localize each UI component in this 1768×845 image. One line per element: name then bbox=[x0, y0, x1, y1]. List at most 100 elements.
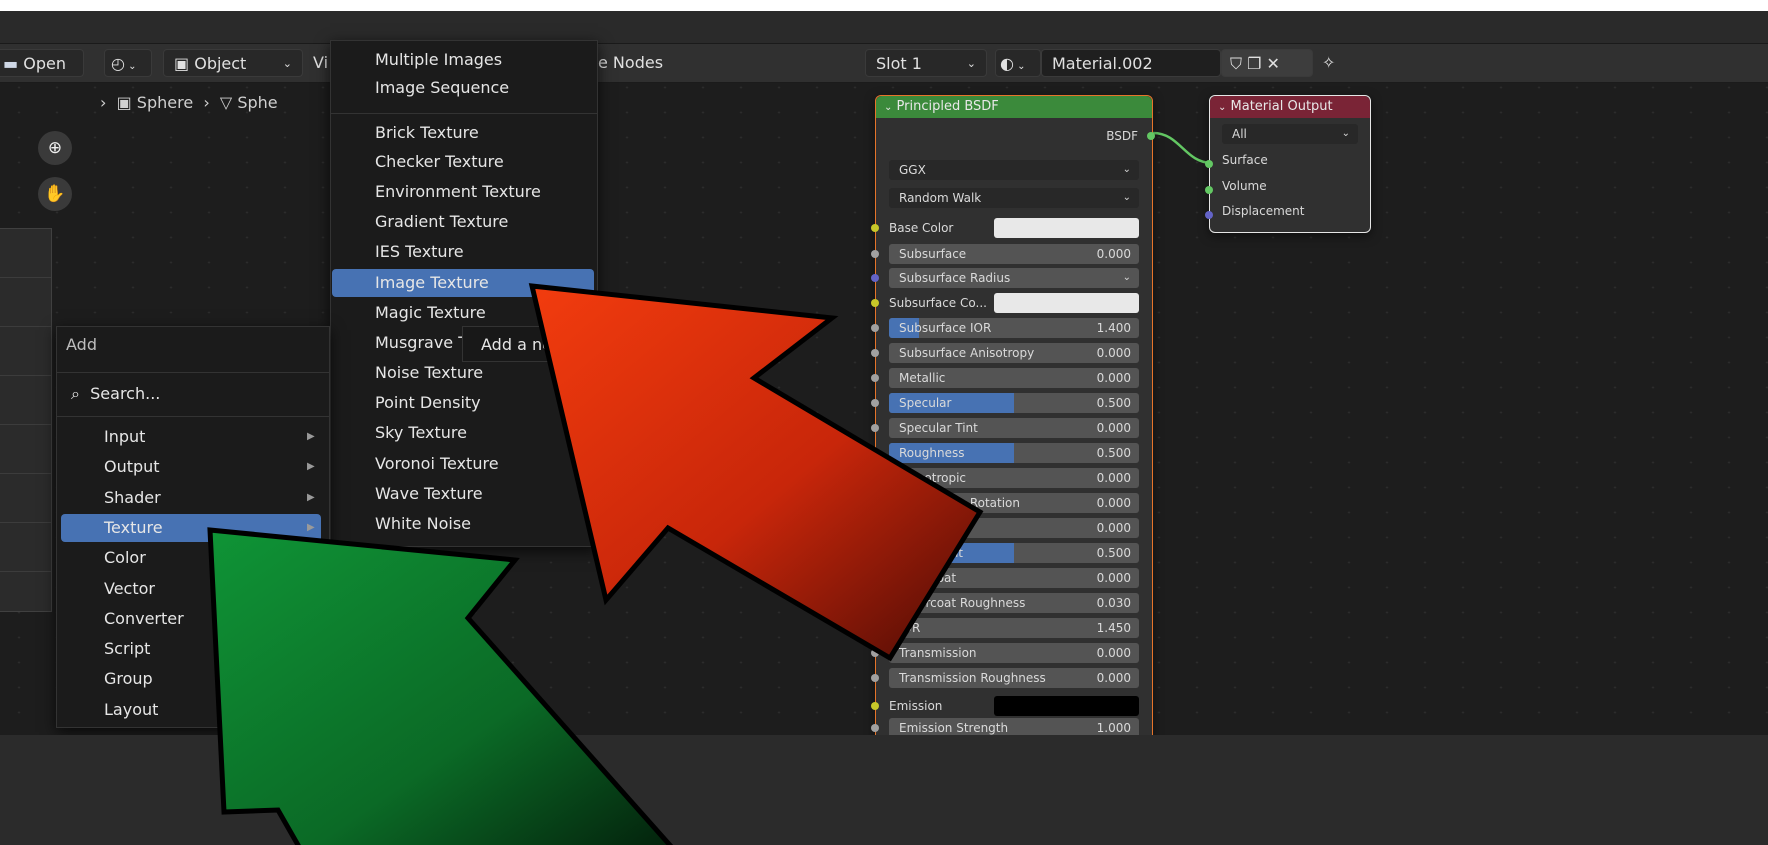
collapse-chevron-icon[interactable]: ⌄ bbox=[884, 102, 892, 113]
subsurface-radius-socket[interactable] bbox=[871, 274, 879, 282]
subsurface-radius-dropdown[interactable]: Subsurface Radius ⌄ bbox=[889, 268, 1139, 288]
property-socket[interactable] bbox=[871, 649, 879, 657]
property-socket[interactable] bbox=[871, 324, 879, 332]
texture-menu-item[interactable]: Multiple Images bbox=[332, 46, 594, 74]
panel-toggle-icon[interactable] bbox=[283, 737, 297, 751]
property-slider[interactable]: Transmission Roughness 0.000 bbox=[889, 668, 1139, 688]
submenu-arrow-icon: ▶ bbox=[307, 491, 315, 503]
property-label: Sheen Tint bbox=[899, 546, 964, 560]
texture-menu-item[interactable]: Gradient Texture bbox=[332, 208, 594, 236]
texture-menu-item[interactable]: Point Density bbox=[332, 389, 594, 417]
distribution-dropdown[interactable]: GGX ⌄ bbox=[889, 160, 1139, 180]
subsurface-color-socket[interactable] bbox=[871, 299, 879, 307]
texture-menu-item-label: Environment Texture bbox=[375, 182, 541, 201]
property-label: Subsurface bbox=[899, 247, 967, 261]
texture-menu-item[interactable]: Wave Texture bbox=[332, 480, 594, 508]
search-field[interactable]: ⌕ Search... bbox=[71, 380, 160, 408]
add-menu-item[interactable]: Vector bbox=[61, 575, 321, 603]
add-menu-item[interactable]: Color bbox=[61, 544, 321, 572]
add-menu-title: Add bbox=[66, 335, 97, 354]
add-menu-item-label: Script bbox=[104, 639, 151, 659]
texture-menu-item[interactable]: Checker Texture bbox=[332, 148, 594, 176]
property-socket[interactable] bbox=[871, 624, 879, 632]
texture-menu-item[interactable]: Brick Texture bbox=[332, 119, 594, 147]
add-menu-item[interactable]: Texture ▶ bbox=[61, 513, 321, 542]
add-menu-item[interactable]: Output ▶ bbox=[61, 453, 321, 481]
add-menu-item[interactable]: Script bbox=[61, 635, 321, 663]
property-socket[interactable] bbox=[871, 474, 879, 482]
property-socket[interactable] bbox=[871, 724, 879, 732]
property-value: 0.030 bbox=[1096, 596, 1131, 610]
principled-bsdf-header[interactable]: ⌄ Principled BSDF bbox=[876, 96, 1152, 118]
property-value: 0.500 bbox=[1096, 546, 1131, 560]
collapse-chevron-icon[interactable]: ⌄ bbox=[1218, 102, 1226, 113]
property-slider[interactable]: Subsurface Anisotropy 0.000 bbox=[889, 343, 1139, 363]
add-menu-item[interactable]: Group bbox=[61, 665, 321, 693]
emission-socket[interactable] bbox=[871, 702, 879, 710]
node-tooltip: Add a node bbox=[462, 326, 602, 362]
property-socket[interactable] bbox=[871, 250, 879, 258]
add-menu-item[interactable]: Converter bbox=[61, 605, 321, 633]
add-menu-item[interactable]: Input ▶ bbox=[61, 423, 321, 451]
property-socket[interactable] bbox=[871, 349, 879, 357]
property-value: 0.000 bbox=[1096, 346, 1131, 360]
property-slider[interactable]: Subsurface IOR 1.400 bbox=[889, 318, 1139, 338]
texture-menu-item[interactable]: Sky Texture bbox=[332, 419, 594, 447]
property-slider[interactable]: Transmission 0.000 bbox=[889, 643, 1139, 663]
texture-menu-item[interactable]: Noise Texture bbox=[332, 359, 594, 387]
property-slider[interactable]: Specular 0.500 bbox=[889, 393, 1139, 413]
texture-menu-item[interactable]: Image Texture bbox=[332, 269, 594, 297]
texture-menu-item[interactable]: White Noise bbox=[332, 510, 594, 538]
material-output-node[interactable]: ⌄ Material Output All ⌄ Surface Volume D… bbox=[1205, 95, 1371, 233]
texture-menu-item[interactable]: Magic Texture bbox=[332, 299, 594, 327]
property-label: Specular bbox=[899, 396, 952, 410]
texture-menu-item-label: Wave Texture bbox=[375, 484, 483, 503]
property-socket[interactable] bbox=[871, 499, 879, 507]
base-color-swatch[interactable] bbox=[994, 218, 1139, 238]
principled-bsdf-node[interactable]: ⌄ Principled BSDF BSDF GGX ⌄ Random Walk… bbox=[871, 95, 1155, 757]
property-slider[interactable]: Clearcoat 0.000 bbox=[889, 568, 1139, 588]
property-slider[interactable]: Metallic 0.000 bbox=[889, 368, 1139, 388]
texture-menu-item[interactable]: IES Texture bbox=[332, 238, 594, 266]
add-menu-item[interactable]: Shader ▶ bbox=[61, 484, 321, 512]
volume-input-socket[interactable] bbox=[1205, 186, 1213, 194]
displacement-input-socket[interactable] bbox=[1205, 211, 1213, 219]
property-slider[interactable]: Anisotropic Rotation 0.000 bbox=[889, 493, 1139, 513]
texture-menu-item[interactable]: Environment Texture bbox=[332, 178, 594, 206]
texture-menu-item[interactable]: Image Sequence bbox=[332, 74, 594, 102]
property-slider[interactable]: Roughness 0.500 bbox=[889, 443, 1139, 463]
add-menu-item-label: Layout bbox=[104, 699, 159, 719]
material-output-header[interactable]: ⌄ Material Output bbox=[1210, 96, 1370, 118]
texture-menu-item[interactable]: Voronoi Texture bbox=[332, 450, 594, 478]
property-socket[interactable] bbox=[871, 524, 879, 532]
texture-menu-item-label: IES Texture bbox=[375, 242, 464, 261]
texture-menu-item-label: Gradient Texture bbox=[375, 212, 509, 231]
property-slider[interactable]: Subsurface 0.000 bbox=[889, 244, 1139, 264]
property-socket[interactable] bbox=[871, 599, 879, 607]
subsurface-color-swatch[interactable] bbox=[994, 293, 1139, 313]
property-label: Transmission Roughness bbox=[899, 671, 1046, 685]
texture-menu-item-label: Voronoi Texture bbox=[375, 454, 499, 473]
property-socket[interactable] bbox=[871, 574, 879, 582]
output-target-dropdown[interactable]: All ⌄ bbox=[1222, 124, 1358, 144]
property-socket[interactable] bbox=[871, 399, 879, 407]
subsurface-method-dropdown[interactable]: Random Walk ⌄ bbox=[889, 188, 1139, 208]
property-value: 0.000 bbox=[1096, 521, 1131, 535]
property-slider[interactable]: Clearcoat Roughness 0.030 bbox=[889, 593, 1139, 613]
property-slider[interactable]: Specular Tint 0.000 bbox=[889, 418, 1139, 438]
emission-color-swatch[interactable] bbox=[994, 696, 1139, 716]
property-slider[interactable]: IOR 1.450 bbox=[889, 618, 1139, 638]
property-slider[interactable]: Sheen 0.000 bbox=[889, 518, 1139, 538]
property-socket[interactable] bbox=[871, 374, 879, 382]
property-socket[interactable] bbox=[871, 549, 879, 557]
property-socket[interactable] bbox=[871, 449, 879, 457]
property-slider[interactable]: Sheen Tint 0.500 bbox=[889, 543, 1139, 563]
add-menu-item[interactable]: Layout bbox=[61, 696, 321, 724]
property-slider[interactable]: Anisotropic 0.000 bbox=[889, 468, 1139, 488]
node-editor-canvas[interactable]: ▬ Open ◴ ⌄ ▣ Object ⌄ Vi e Nodes Slot 1 … bbox=[0, 0, 1768, 845]
property-socket[interactable] bbox=[871, 674, 879, 682]
bsdf-output-socket[interactable] bbox=[1147, 132, 1155, 140]
surface-input-socket[interactable] bbox=[1205, 160, 1213, 168]
base-color-socket[interactable] bbox=[871, 224, 879, 232]
property-socket[interactable] bbox=[871, 424, 879, 432]
